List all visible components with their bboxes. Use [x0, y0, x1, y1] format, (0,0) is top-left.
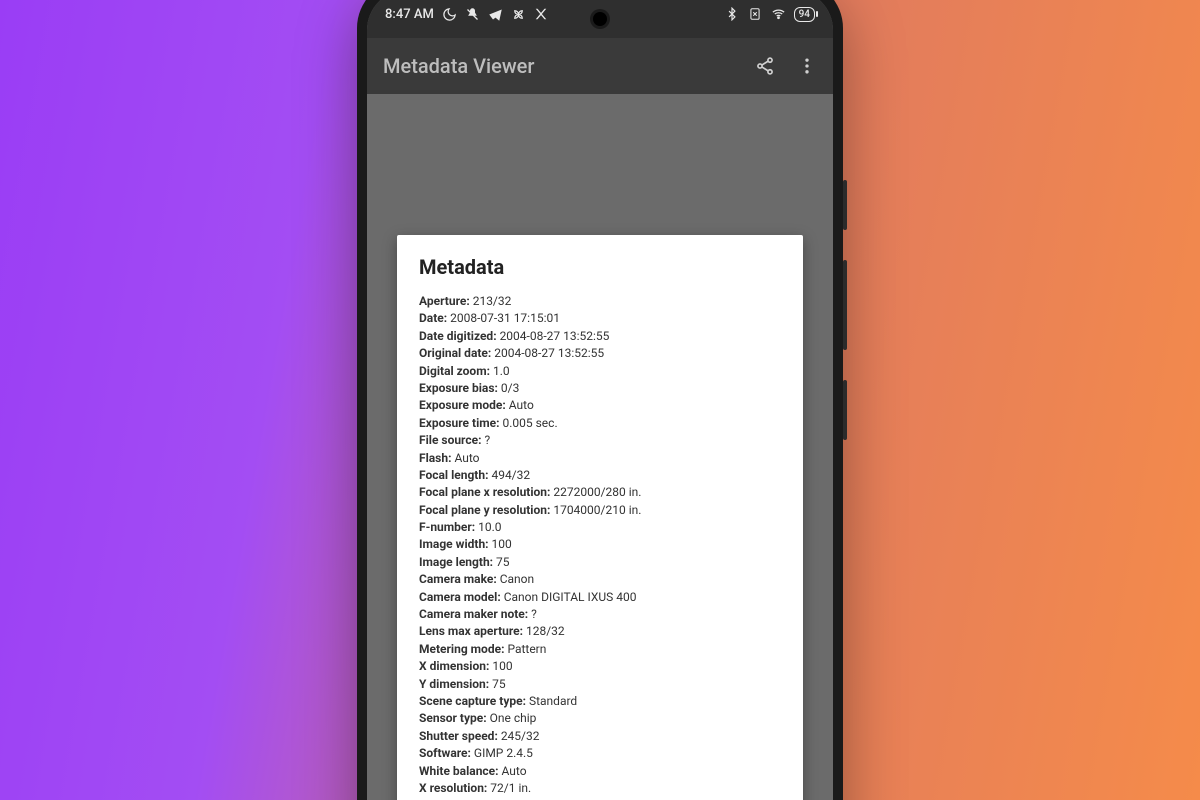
metadata-row: Flash: Auto	[419, 450, 781, 467]
metadata-row: Digital zoom: 1.0	[419, 363, 781, 380]
phone-side-button	[843, 260, 847, 350]
metadata-value: One chip	[490, 711, 537, 725]
metadata-row: Software: GIMP 2.4.5	[419, 745, 781, 762]
metadata-row: Image length: 75	[419, 554, 781, 571]
metadata-value: 245/32	[501, 729, 540, 743]
gradient-background: 8:47 AM	[0, 0, 1200, 800]
metadata-label: Software:	[419, 746, 474, 760]
metadata-row: File source: ?	[419, 432, 781, 449]
metadata-value: Auto	[454, 451, 479, 465]
metadata-value: 2004-08-27 13:52:55	[500, 329, 610, 343]
metadata-label: Lens max aperture:	[419, 624, 526, 638]
phone-side-button	[843, 180, 847, 230]
metadata-dialog[interactable]: Metadata Aperture: 213/32Date: 2008-07-3…	[397, 235, 803, 800]
phone-screen: 8:47 AM	[367, 0, 833, 800]
metadata-row: Shutter speed: 245/32	[419, 728, 781, 745]
metadata-value: 75	[492, 677, 506, 691]
metadata-label: Y dimension:	[419, 677, 492, 691]
metadata-list: Aperture: 213/32Date: 2008-07-31 17:15:0…	[419, 293, 781, 800]
metadata-label: Focal length:	[419, 468, 491, 482]
metadata-row: Aperture: 213/32	[419, 293, 781, 310]
metadata-row: F-number: 10.0	[419, 519, 781, 536]
metadata-value: 72/1 in.	[490, 781, 531, 795]
metadata-row: Camera maker note: ?	[419, 606, 781, 623]
metadata-value: 100	[492, 537, 512, 551]
metadata-value: 2004-08-27 13:52:55	[494, 346, 604, 360]
metadata-row: Metering mode: Pattern	[419, 641, 781, 658]
metadata-row: Exposure bias: 0/3	[419, 380, 781, 397]
metadata-row: Image width: 100	[419, 536, 781, 553]
dialog-title: Metadata	[419, 255, 781, 279]
metadata-row: Camera make: Canon	[419, 571, 781, 588]
punch-hole-camera	[593, 12, 607, 26]
metadata-label: White balance:	[419, 764, 502, 778]
metadata-row: White balance: Auto	[419, 763, 781, 780]
metadata-row: Exposure mode: Auto	[419, 397, 781, 414]
metadata-label: Original date:	[419, 346, 494, 360]
metadata-value: 213/32	[473, 294, 512, 308]
metadata-row: Date digitized: 2004-08-27 13:52:55	[419, 328, 781, 345]
metadata-row: Camera model: Canon DIGITAL IXUS 400	[419, 589, 781, 606]
phone-side-button	[843, 380, 847, 440]
metadata-label: X resolution:	[419, 781, 490, 795]
metadata-value: 2272000/280 in.	[553, 485, 641, 499]
metadata-row: Lens max aperture: 128/32	[419, 623, 781, 640]
metadata-label: Camera maker note:	[419, 607, 531, 621]
metadata-row: Exposure time: 0.005 sec.	[419, 415, 781, 432]
metadata-label: Camera make:	[419, 572, 500, 586]
metadata-label: F-number:	[419, 520, 478, 534]
metadata-value: Auto	[509, 398, 534, 412]
metadata-label: Shutter speed:	[419, 729, 501, 743]
metadata-label: Exposure mode:	[419, 398, 509, 412]
metadata-value: 10.0	[478, 520, 501, 534]
metadata-value: Pattern	[507, 642, 546, 656]
metadata-value: Canon DIGITAL IXUS 400	[504, 590, 637, 604]
metadata-label: Exposure time:	[419, 416, 502, 430]
metadata-row: Sensor type: One chip	[419, 710, 781, 727]
metadata-row: X resolution: 72/1 in.	[419, 780, 781, 797]
metadata-label: Scene capture type:	[419, 694, 529, 708]
metadata-label: Metering mode:	[419, 642, 507, 656]
metadata-label: Image width:	[419, 537, 492, 551]
metadata-row: Date: 2008-07-31 17:15:01	[419, 310, 781, 327]
phone-frame: 8:47 AM	[357, 0, 843, 800]
metadata-value: 128/32	[526, 624, 565, 638]
metadata-label: Date:	[419, 311, 450, 325]
metadata-label: Sensor type:	[419, 711, 490, 725]
metadata-label: Digital zoom:	[419, 364, 493, 378]
metadata-row: Original date: 2004-08-27 13:52:55	[419, 345, 781, 362]
metadata-label: Date digitized:	[419, 329, 500, 343]
metadata-value: 1.0	[493, 364, 510, 378]
metadata-label: Focal plane y resolution:	[419, 503, 553, 517]
metadata-value: 494/32	[491, 468, 530, 482]
metadata-row: X dimension: 100	[419, 658, 781, 675]
metadata-row: Focal length: 494/32	[419, 467, 781, 484]
metadata-value: 2008-07-31 17:15:01	[450, 311, 560, 325]
metadata-value: ?	[484, 433, 490, 447]
metadata-row: Y dimension: 75	[419, 676, 781, 693]
metadata-row: Focal plane y resolution: 1704000/210 in…	[419, 502, 781, 519]
metadata-label: Camera model:	[419, 590, 504, 604]
metadata-value: Standard	[529, 694, 577, 708]
metadata-value: 0.005 sec.	[502, 416, 557, 430]
metadata-label: Aperture:	[419, 294, 473, 308]
metadata-row: Focal plane x resolution: 2272000/280 in…	[419, 484, 781, 501]
metadata-value: 100	[492, 659, 512, 673]
metadata-value: GIMP 2.4.5	[474, 746, 533, 760]
metadata-label: File source:	[419, 433, 484, 447]
metadata-value: 0/3	[501, 381, 519, 395]
metadata-label: Flash:	[419, 451, 454, 465]
metadata-row: Scene capture type: Standard	[419, 693, 781, 710]
metadata-value: 75	[496, 555, 510, 569]
metadata-value: Canon	[500, 572, 534, 586]
metadata-value: 1704000/210 in.	[553, 503, 641, 517]
metadata-label: Image length:	[419, 555, 496, 569]
metadata-label: Exposure bias:	[419, 381, 501, 395]
metadata-label: X dimension:	[419, 659, 492, 673]
metadata-value: Auto	[502, 764, 527, 778]
metadata-value: ?	[531, 607, 537, 621]
metadata-label: Focal plane x resolution:	[419, 485, 553, 499]
